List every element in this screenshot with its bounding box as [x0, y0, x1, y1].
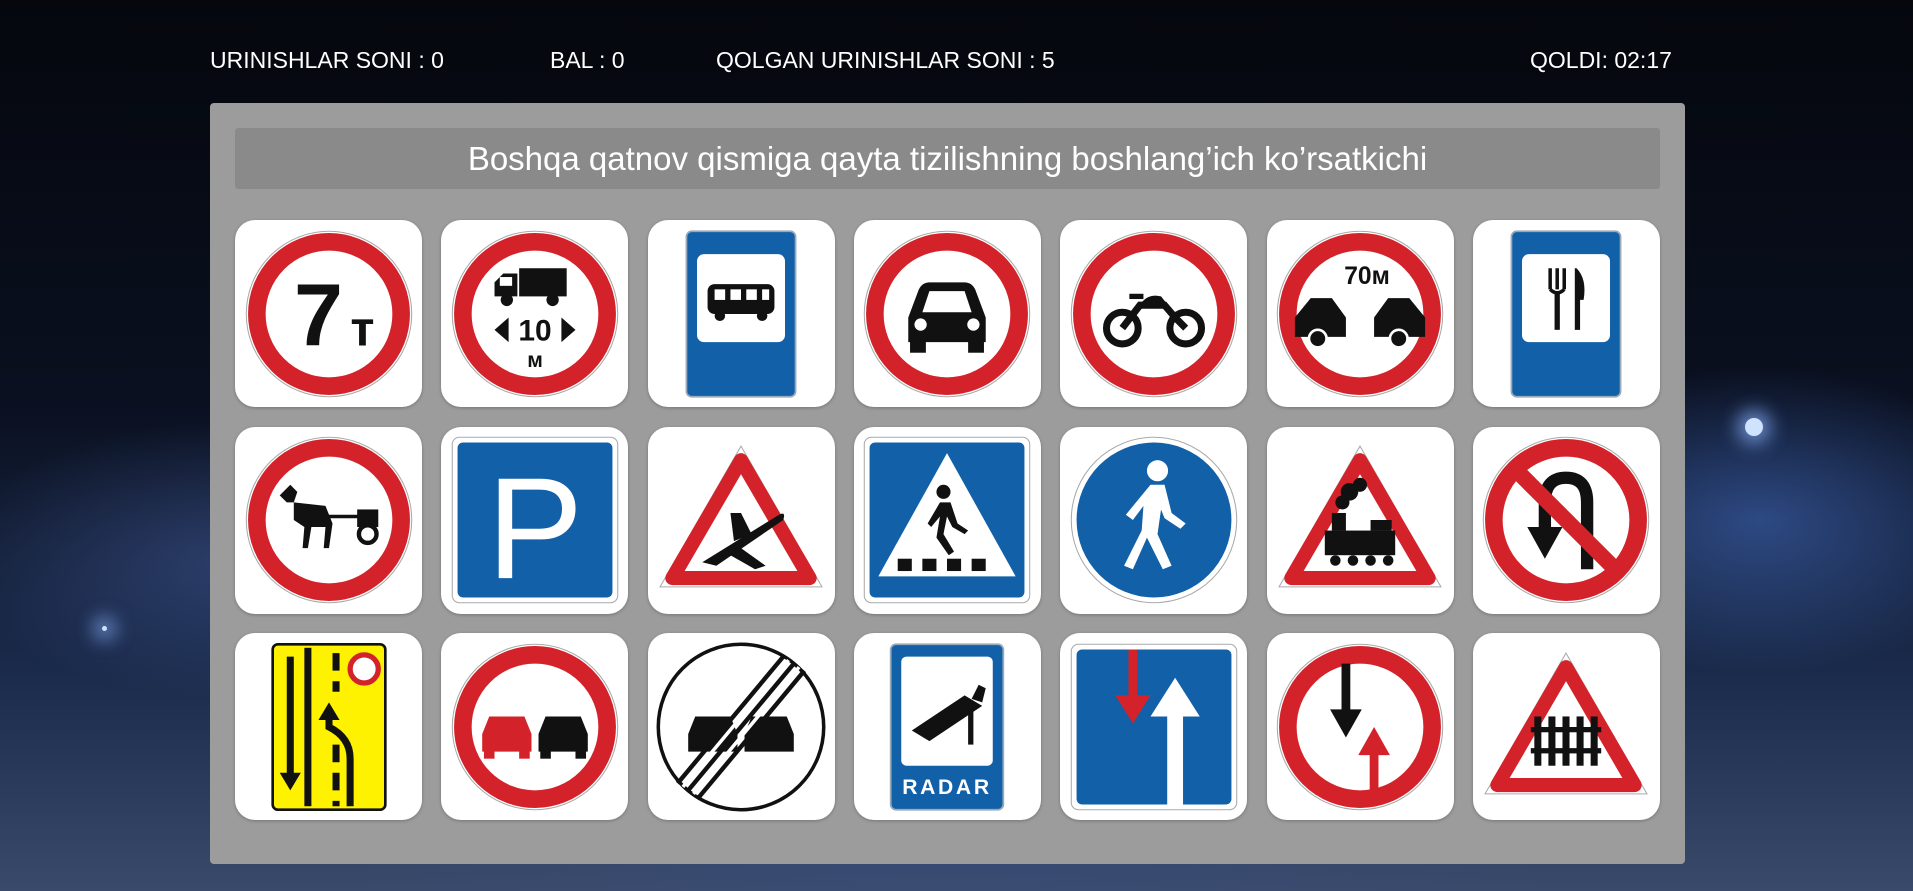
question-banner: Boshqa qatnov qismiga qayta tizilishning…: [235, 128, 1660, 189]
no-u-turn-sign-icon: [1483, 436, 1650, 604]
no-horse-carts-sign-icon: [245, 436, 412, 604]
countdown-timer: QOLDI: 02:17: [1530, 47, 1672, 73]
sign-text: т: [350, 301, 374, 356]
no-overtaking-sign-icon: [451, 643, 619, 810]
radar-camera-sign-icon: RADAR: [890, 642, 1005, 811]
sign-card[interactable]: [647, 633, 835, 820]
sign-text: 7: [293, 265, 342, 364]
restaurant-sign-icon: [1511, 229, 1622, 398]
bus-stop-sign-icon: [685, 229, 797, 398]
sign-card[interactable]: [1472, 633, 1660, 820]
sign-text: 10: [518, 314, 551, 347]
minimum-distance-70m-sign-icon: 70м: [1276, 230, 1444, 397]
sign-card[interactable]: 70м: [1266, 220, 1454, 407]
sign-card[interactable]: RADAR: [853, 633, 1041, 820]
sign-card[interactable]: [647, 426, 835, 614]
sign-card[interactable]: 7 т: [235, 220, 422, 407]
truck-length-limit-sign-icon: 10 м: [451, 230, 619, 397]
sign-card[interactable]: [1060, 633, 1248, 820]
sign-text: P: [487, 447, 583, 608]
sign-text: м: [527, 348, 543, 371]
no-cars-sign-icon: [864, 230, 1031, 397]
sign-card[interactable]: [1060, 220, 1248, 407]
score-counter: BAL : 0: [550, 47, 625, 73]
sign-card[interactable]: [853, 220, 1041, 407]
railway-crossing-barrier-sign-icon: [1484, 651, 1649, 794]
attempts-counter: URINISHLAR SONI : 0: [210, 47, 444, 73]
sign-card[interactable]: [1472, 220, 1660, 407]
weight-limit-7t-sign-icon: 7 т: [245, 230, 412, 397]
sign-card[interactable]: [853, 426, 1041, 614]
sign-grid: 7 т 10 м 70м P RADAR: [235, 220, 1660, 820]
sign-card[interactable]: [235, 633, 422, 820]
sign-card[interactable]: [235, 426, 422, 614]
pedestrian-crossing-sign-icon: [864, 436, 1031, 604]
sign-card[interactable]: [1472, 426, 1660, 614]
sign-card[interactable]: [1060, 426, 1248, 614]
end-of-no-overtaking-sign-icon: [656, 642, 826, 811]
sign-card[interactable]: 10 м: [441, 220, 629, 407]
low-flying-aircraft-sign-icon: [659, 445, 824, 588]
lane-direction-sign-icon: [1070, 643, 1238, 810]
question-text: Boshqa qatnov qismiga qayta tizilishning…: [467, 139, 1428, 177]
sign-card[interactable]: [441, 633, 629, 820]
sign-card[interactable]: [1266, 633, 1454, 820]
sign-text: 70м: [1344, 263, 1390, 290]
remaining-attempts-counter: QOLGAN URINISHLAR SONI : 5: [716, 47, 1055, 73]
sign-text: RADAR: [903, 775, 992, 798]
sign-card[interactable]: [647, 220, 835, 407]
railway-crossing-no-barrier-sign-icon: [1278, 445, 1443, 588]
parking-sign-icon: P: [451, 436, 619, 608]
lane-merge-yellow-sign-icon: [270, 642, 387, 811]
sign-card[interactable]: [1266, 426, 1454, 614]
no-motorcycles-sign-icon: [1070, 230, 1238, 397]
game-board: Boshqa qatnov qismiga qayta tizilishning…: [210, 103, 1685, 864]
sign-card[interactable]: P: [441, 426, 629, 614]
yield-oncoming-traffic-sign-icon: [1276, 643, 1444, 810]
pedestrian-path-sign-icon: [1070, 436, 1238, 604]
